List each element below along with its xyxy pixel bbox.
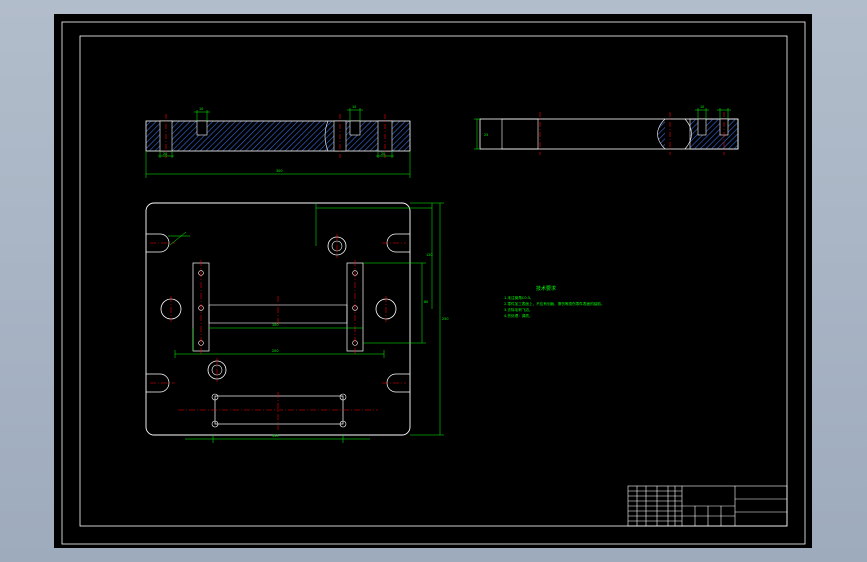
cad-viewport[interactable]: 300 10 10 20 20 25 10 250 80 120 200 150… (54, 14, 812, 548)
dim-side-slot: 10 (700, 105, 704, 109)
side-section-view: 25 10 (474, 105, 739, 155)
dim-slot-2: 10 (352, 105, 356, 109)
notes-line-2: 2.零件加工表面上，不应有划痕、擦伤等损伤零件表面的缺陷。 (504, 301, 604, 306)
dim-slot-1: 10 (199, 107, 203, 111)
front-section-view: 300 10 10 20 20 (145, 105, 411, 178)
plan-view: 250 80 120 200 150 100 (145, 202, 448, 443)
dim-top-length: 300 (276, 169, 282, 173)
dim-plan-width: 200 (272, 349, 278, 353)
notes-line-1: 1.未注倒角C0.5。 (504, 295, 534, 300)
dim-plan-height: 250 (442, 317, 448, 321)
dim-bottom-2: 20 (381, 152, 385, 156)
notes-line-3: 3.去除毛刺飞边。 (504, 307, 533, 312)
sheet-outer-border (61, 21, 806, 545)
sheet-inner-border (79, 35, 788, 527)
engineering-drawing: 300 10 10 20 20 25 10 250 80 120 200 150… (61, 21, 806, 545)
technical-notes: 技术要求 1.未注倒角C0.5。 2.零件加工表面上，不应有划痕、擦伤等损伤零件… (504, 285, 604, 318)
notes-line-4: 4.热处理：调质。 (504, 313, 533, 318)
dim-plan-slot-pitch: 80 (424, 300, 428, 304)
title-block (627, 485, 788, 527)
dim-plan-rail: 150 (272, 434, 278, 438)
dim-side-height: 25 (484, 133, 488, 137)
dim-plan-hole-offset: 120 (426, 253, 432, 257)
notes-title: 技术要求 (536, 285, 556, 292)
dim-plan-inner: 100 (272, 323, 278, 327)
dim-bottom-1: 20 (163, 152, 167, 156)
